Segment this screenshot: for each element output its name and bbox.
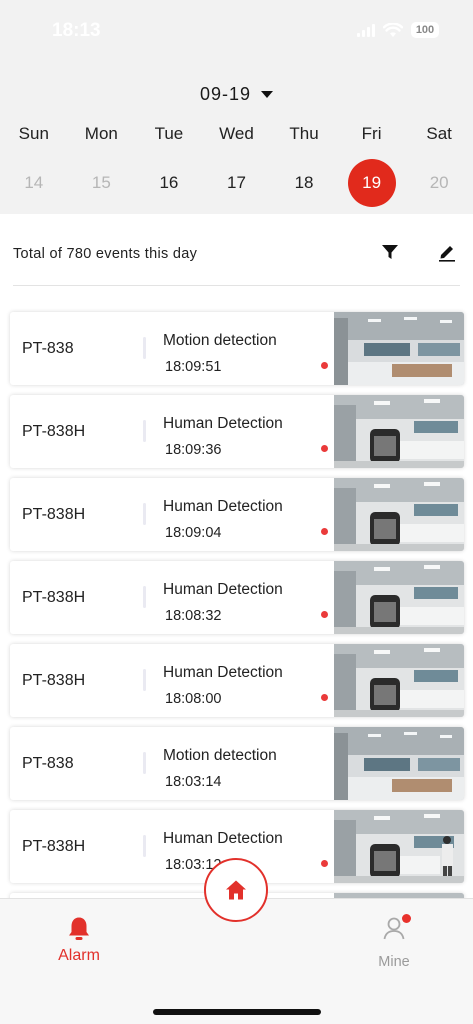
device-name: PT-838H <box>22 588 86 606</box>
home-indicator <box>153 1009 321 1015</box>
device-name: PT-838H <box>22 422 86 440</box>
home-icon <box>226 880 246 900</box>
event-card[interactable]: PT-838H Human Detection 18:09:36 <box>10 395 464 468</box>
day-number: 19 <box>347 159 396 207</box>
event-card[interactable]: PT-838H Human Detection 18:09:04 <box>10 478 464 551</box>
edit-icon[interactable] <box>437 242 457 262</box>
event-time: 18:09:36 <box>165 442 222 458</box>
unread-dot <box>321 611 328 618</box>
separator <box>143 835 146 857</box>
event-type: Human Detection <box>163 664 283 681</box>
event-count-summary: Total of 780 events this day <box>13 246 198 262</box>
event-thumbnail[interactable] <box>334 810 464 883</box>
week-strip: Sun 14 Mon 15 Tue 16 Wed 17 Thu 18 Fri 1… <box>0 124 473 207</box>
separator <box>143 420 146 442</box>
event-thumbnail[interactable] <box>334 312 464 385</box>
day-wed[interactable]: Wed 17 <box>203 124 271 207</box>
separator <box>143 586 146 608</box>
separator <box>143 337 146 359</box>
tab-alarm-label: Alarm <box>58 947 100 964</box>
day-fri[interactable]: Fri 19 <box>338 124 406 207</box>
mine-icon-wrap <box>381 914 411 946</box>
tab-mine[interactable]: Mine <box>363 914 425 970</box>
day-name: Sat <box>426 124 452 143</box>
unread-dot <box>321 694 328 701</box>
event-type: Motion detection <box>163 747 277 764</box>
home-button[interactable] <box>204 858 268 922</box>
device-name: PT-838 <box>22 754 74 772</box>
event-time: 18:08:32 <box>165 608 222 624</box>
event-type: Human Detection <box>163 830 283 847</box>
event-card[interactable]: PT-838 Motion detection 18:09:51 <box>10 312 464 385</box>
event-type: Human Detection <box>163 498 283 515</box>
event-type: Human Detection <box>163 415 283 432</box>
event-thumbnail[interactable] <box>334 727 464 800</box>
event-thumbnail[interactable] <box>334 478 464 551</box>
day-mon[interactable]: Mon 15 <box>68 124 136 207</box>
event-card[interactable]: PT-838 Motion detection 18:03:14 <box>10 727 464 800</box>
day-name: Mon <box>84 124 118 143</box>
event-time: 18:09:51 <box>165 359 222 375</box>
date-picker-button[interactable]: 09-19 <box>0 84 473 105</box>
day-number: 20 <box>429 173 449 192</box>
separator <box>143 752 146 774</box>
day-name: Wed <box>219 124 254 143</box>
selected-date-label: 09-19 <box>199 84 252 104</box>
event-card[interactable]: PT-838H Human Detection 18:08:00 <box>10 644 464 717</box>
separator <box>143 669 146 691</box>
day-name: Sun <box>18 124 49 143</box>
day-number: 17 <box>227 173 246 192</box>
filter-icon[interactable] <box>381 243 399 261</box>
status-bar: 18:13 100 <box>0 0 473 64</box>
day-sat[interactable]: Sat 20 <box>405 124 473 207</box>
event-thumbnail[interactable] <box>334 395 464 468</box>
battery-indicator: 100 <box>411 22 439 38</box>
day-tue[interactable]: Tue 16 <box>135 124 203 207</box>
event-type: Human Detection <box>163 581 283 598</box>
day-name: Tue <box>154 124 184 143</box>
tab-mine-label: Mine <box>378 954 410 970</box>
event-card[interactable]: PT-838H Human Detection 18:08:32 <box>10 561 464 634</box>
event-time: 18:08:00 <box>165 691 222 707</box>
unread-dot <box>321 362 328 369</box>
day-name: Fri <box>361 124 382 143</box>
device-name: PT-838H <box>22 505 86 523</box>
wifi-icon <box>383 22 403 37</box>
day-number: 18 <box>294 173 314 192</box>
event-type: Motion detection <box>163 332 277 349</box>
notification-badge <box>402 914 411 923</box>
event-time: 18:09:04 <box>165 525 222 541</box>
divider <box>13 285 460 286</box>
event-list: PT-838 Motion detection 18:09:51 PT-838H <box>10 312 464 898</box>
unread-dot <box>321 528 328 535</box>
day-number: 15 <box>91 173 111 192</box>
unread-dot <box>321 445 328 452</box>
cellular-signal-icon <box>357 23 375 37</box>
status-icons: 100 <box>357 22 439 38</box>
device-name: PT-838H <box>22 671 86 689</box>
device-name: PT-838 <box>22 339 74 357</box>
event-thumbnail[interactable] <box>334 561 464 634</box>
event-time: 18:03:14 <box>165 774 222 790</box>
caret-down-icon <box>261 91 274 98</box>
day-number: 14 <box>24 173 44 192</box>
day-name: Thu <box>289 124 319 143</box>
event-thumbnail[interactable] <box>334 644 464 717</box>
events-panel: Total of 780 events this day PT-838 Moti… <box>0 214 473 898</box>
separator <box>143 503 146 525</box>
tab-alarm[interactable]: Alarm <box>45 915 113 965</box>
date-header: 09-19 Sun 14 Mon 15 Tue 16 Wed 17 Thu 18… <box>0 64 473 214</box>
day-number: 16 <box>159 173 179 192</box>
unread-dot <box>321 860 328 867</box>
day-sun[interactable]: Sun 14 <box>0 124 68 207</box>
device-name: PT-838H <box>22 837 86 855</box>
alarm-bell-icon <box>69 917 89 940</box>
status-time: 18:13 <box>52 20 101 41</box>
day-thu[interactable]: Thu 18 <box>270 124 338 207</box>
